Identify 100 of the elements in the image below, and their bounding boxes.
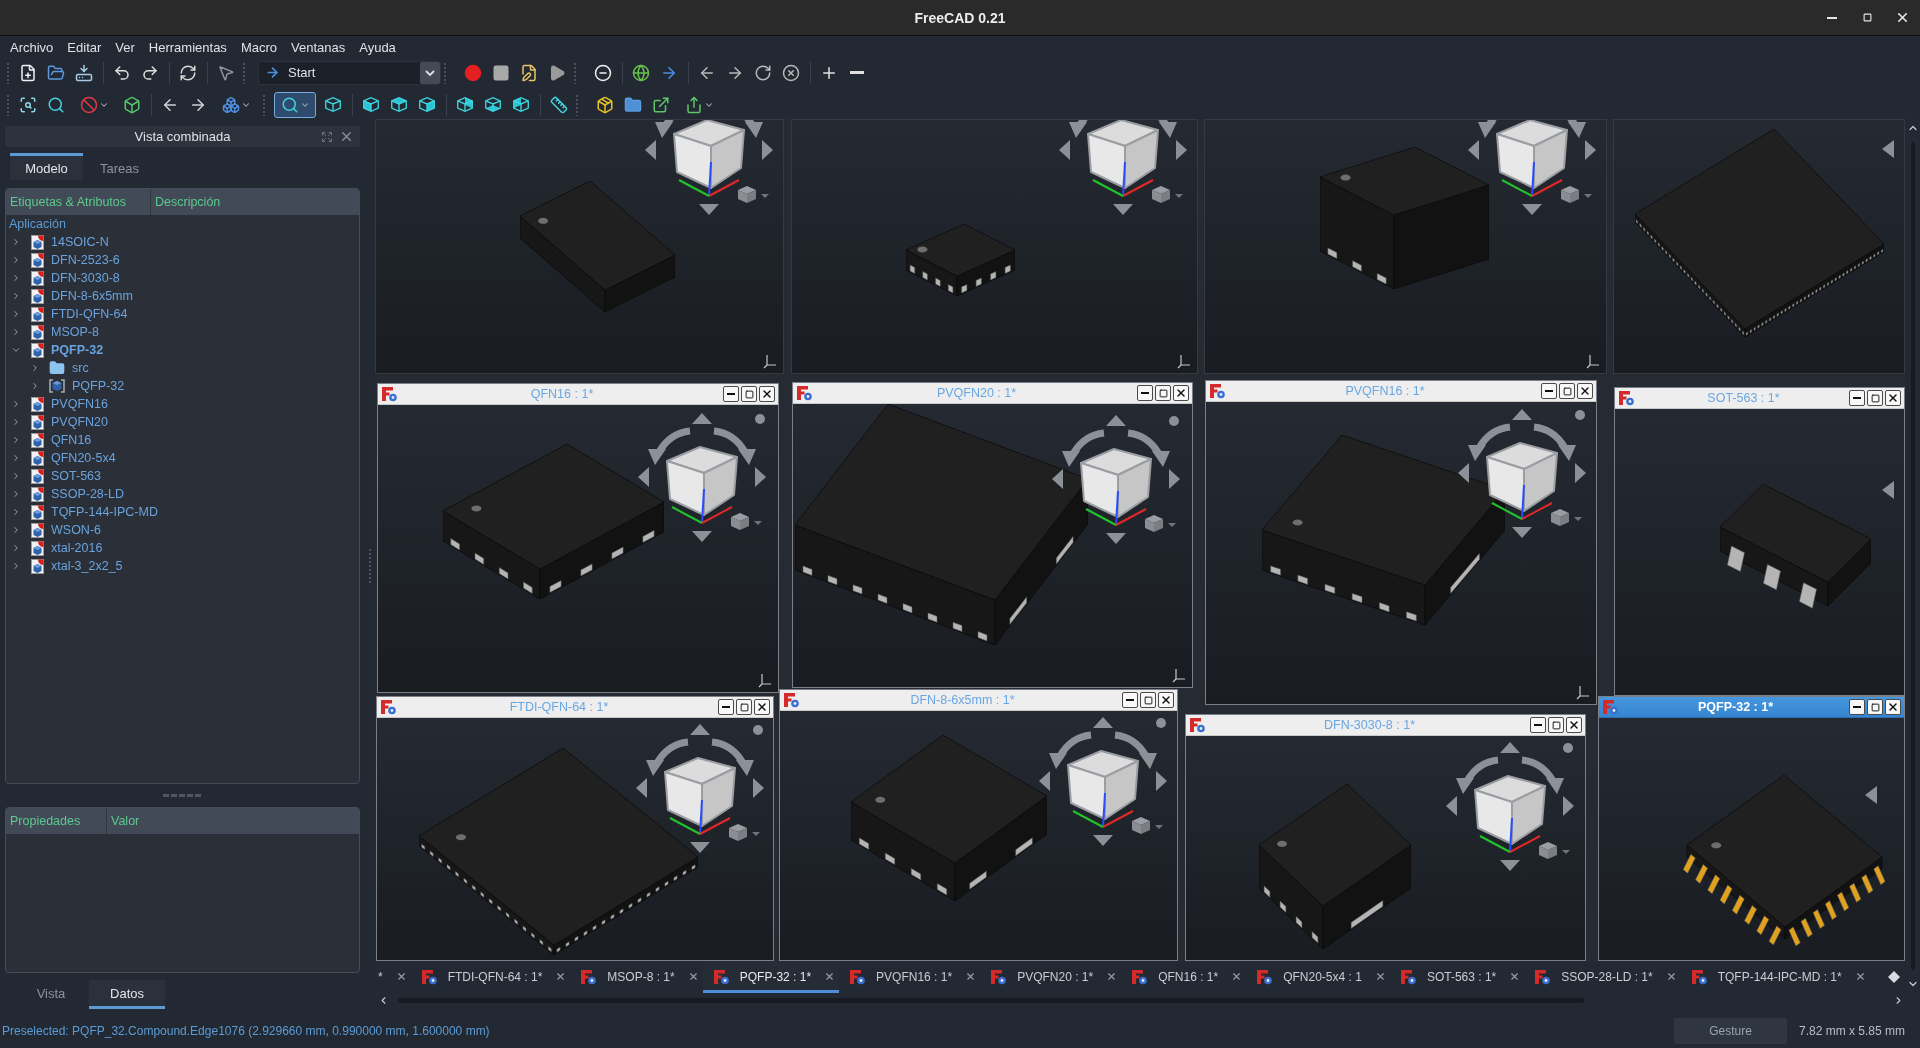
chevron-right-icon[interactable] <box>11 489 21 499</box>
close-icon[interactable] <box>824 971 836 982</box>
chevron-right-icon[interactable] <box>11 327 21 337</box>
minimize-button[interactable] <box>718 699 734 715</box>
tree-item-label[interactable]: xtal-2016 <box>51 541 103 555</box>
diamond-icon[interactable] <box>1888 971 1900 983</box>
minimize-button[interactable] <box>1530 717 1546 733</box>
column-header[interactable]: Etiquetas & Atributos <box>6 189 150 215</box>
close-icon[interactable] <box>395 971 407 982</box>
chevron-right-icon[interactable] <box>11 525 21 535</box>
document-tab[interactable]: TQFP-144-IPC-MD : 1* <box>1680 961 1870 993</box>
minimize-button[interactable] <box>1122 692 1138 708</box>
column-header[interactable]: Valor <box>106 808 359 834</box>
splitter-handle[interactable] <box>369 549 371 583</box>
panel-tab[interactable]: Tareas <box>83 153 156 180</box>
close-button[interactable] <box>1158 692 1174 708</box>
maximize-button[interactable] <box>1548 717 1564 733</box>
chevron-right-icon[interactable] <box>11 471 21 481</box>
tree-item-label[interactable]: PVQFN20 <box>51 415 108 429</box>
window-title-bar[interactable]: PQFP-32 : 1* <box>1599 697 1904 718</box>
workbench-selector[interactable]: Start <box>258 60 441 85</box>
panel-tab[interactable]: Modelo <box>10 153 83 180</box>
tree-item-label[interactable]: QFN16 <box>51 433 92 447</box>
close-icon[interactable] <box>555 971 567 982</box>
maximize-button[interactable] <box>1867 390 1883 406</box>
tree-item-label[interactable]: 14SOIC-N <box>51 235 109 249</box>
document-tab[interactable]: PVQFN16 : 1* <box>839 961 981 993</box>
tree-item-label[interactable]: FTDI-QFN-64 <box>51 307 128 321</box>
chevron-right-icon[interactable] <box>11 273 21 283</box>
maximize-button[interactable] <box>1140 692 1156 708</box>
chevron-right-icon[interactable] <box>11 435 21 445</box>
close-button[interactable] <box>759 386 775 402</box>
navigation-style-button[interactable]: Gesture <box>1673 1017 1787 1044</box>
left-triangle-icon[interactable] <box>1882 481 1894 499</box>
menu-item[interactable]: Archivo <box>10 39 54 55</box>
chevron-right-icon[interactable] <box>11 561 21 571</box>
document-tab[interactable]: QFN20-5x4 : 1 <box>1246 961 1390 993</box>
document-tab[interactable]: SSOP-28-LD : 1* <box>1524 961 1681 993</box>
left-triangle-icon[interactable] <box>1882 140 1894 158</box>
close-icon[interactable] <box>1106 971 1118 982</box>
menu-item[interactable]: Macro <box>240 39 277 55</box>
chevron-right-icon[interactable] <box>11 543 21 553</box>
menu-item[interactable]: Ventanas <box>291 39 346 55</box>
tree-item-label[interactable]: PQFP-32 <box>51 343 104 357</box>
close-icon[interactable] <box>1231 971 1243 982</box>
chevron-right-icon[interactable] <box>11 453 21 463</box>
tree-item-label[interactable]: PQFP-32 <box>72 379 125 393</box>
tree-item-label[interactable]: src <box>72 361 89 375</box>
tree-item-label[interactable]: xtal-3_2x2_5 <box>51 559 123 573</box>
close-icon[interactable] <box>1854 971 1866 982</box>
maximize-button[interactable] <box>1155 385 1171 401</box>
tree-item-label[interactable]: DFN-2523-6 <box>51 253 120 267</box>
close-button[interactable] <box>1566 717 1582 733</box>
chevron-right-icon[interactable] <box>30 363 40 373</box>
tree-item-label[interactable]: MSOP-8 <box>51 325 99 339</box>
tree-item-label[interactable]: SOT-563 <box>51 469 102 483</box>
menu-item[interactable]: Ver <box>115 39 135 55</box>
document-tab[interactable]: PVQFN20 : 1* <box>980 961 1122 993</box>
column-header[interactable]: Propiedades <box>6 808 106 834</box>
close-button[interactable] <box>1577 383 1593 399</box>
tree-item-label[interactable]: QFN20-5x4 <box>51 451 116 465</box>
document-tab[interactable]: QFN16 : 1* <box>1121 961 1247 993</box>
close-icon[interactable] <box>1665 971 1677 982</box>
menu-item[interactable]: Ayuda <box>359 39 396 55</box>
close-icon[interactable] <box>965 971 977 982</box>
panel-tab[interactable]: Vista <box>13 980 89 1009</box>
panel-tab[interactable]: Datos <box>89 980 165 1009</box>
document-tab[interactable]: SOT-563 : 1* <box>1389 961 1525 993</box>
maximize-button[interactable] <box>1867 699 1883 715</box>
close-icon[interactable] <box>1374 971 1386 982</box>
tree-root-label[interactable]: Aplicación <box>6 215 66 233</box>
chevron-right-icon[interactable] <box>11 507 21 517</box>
close-icon[interactable] <box>687 971 699 982</box>
document-tab[interactable]: FTDI-QFN-64 : 1* <box>410 961 571 993</box>
chevron-right-icon[interactable] <box>11 417 21 427</box>
chevron-down-icon[interactable] <box>11 345 21 355</box>
chevron-right-icon[interactable] <box>11 255 21 265</box>
maximize-button[interactable] <box>736 699 752 715</box>
tree-item-label[interactable]: DFN-3030-8 <box>51 271 120 285</box>
close-button[interactable] <box>1173 385 1189 401</box>
maximize-button[interactable] <box>741 386 757 402</box>
chevron-right-icon[interactable] <box>11 291 21 301</box>
left-triangle-icon[interactable] <box>1865 786 1877 804</box>
close-button[interactable] <box>1885 390 1901 406</box>
maximize-button[interactable] <box>1559 383 1575 399</box>
tree-item-label[interactable]: PVQFN16 <box>51 397 108 411</box>
minimize-button[interactable] <box>1849 699 1865 715</box>
chevron-right-icon[interactable] <box>30 381 40 391</box>
menu-item[interactable]: Editar <box>67 39 102 55</box>
minimize-button[interactable] <box>723 386 739 402</box>
minimize-button[interactable] <box>1541 383 1557 399</box>
close-button[interactable] <box>1885 699 1901 715</box>
close-icon[interactable] <box>339 129 354 144</box>
selection-button[interactable] <box>274 91 316 118</box>
document-tab[interactable]: MSOP-8 : 1* <box>570 961 703 993</box>
tree-item-label[interactable]: SSOP-28-LD <box>51 487 124 501</box>
minimize-button[interactable] <box>1137 385 1153 401</box>
menu-item[interactable]: Herramientas <box>148 39 227 55</box>
tree-item-label[interactable]: DFN-8-6x5mm <box>51 289 133 303</box>
expand-icon[interactable] <box>321 130 333 143</box>
